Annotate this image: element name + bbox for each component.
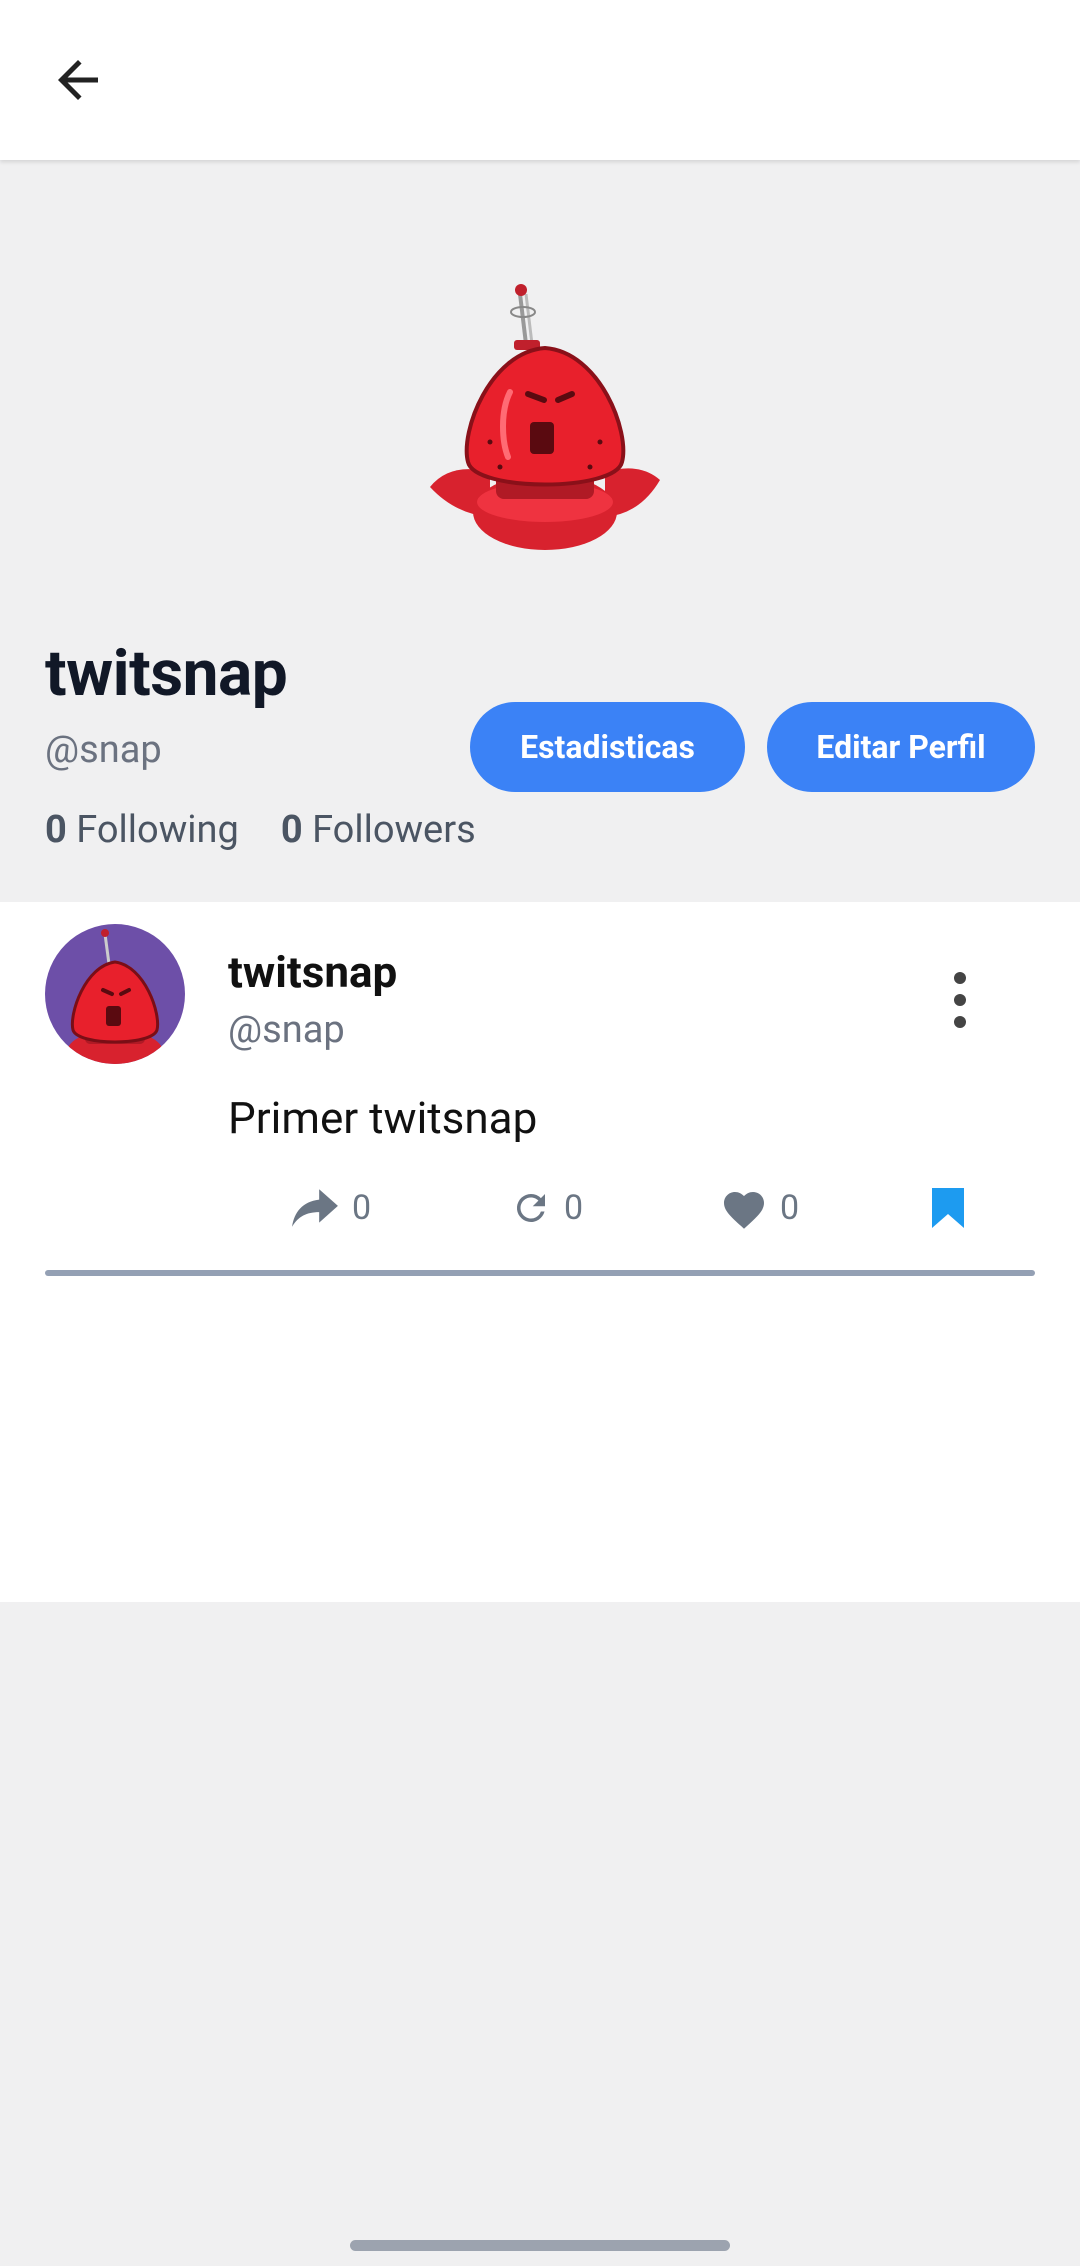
share-icon	[292, 1189, 338, 1227]
post-item[interactable]: twitsnap @snap Primer twitsnap 0 0 0	[0, 902, 1080, 1277]
app-bar	[0, 0, 1080, 160]
like-button[interactable]: 0	[720, 1180, 799, 1236]
bookmark-button[interactable]	[930, 1180, 966, 1236]
share-count: 0	[352, 1188, 372, 1228]
following-stat[interactable]: 0 Following	[45, 808, 239, 852]
arrow-left-icon	[58, 60, 98, 100]
followers-count: 0	[280, 808, 303, 852]
posts-feed: twitsnap @snap Primer twitsnap 0 0 0	[0, 902, 1080, 1602]
post-text: Primer twitsnap	[228, 1092, 538, 1144]
profile-header: twitsnap @snap 0 Following 0 Followers Es…	[0, 160, 1080, 902]
edit-profile-button[interactable]: Editar Perfil	[767, 702, 1035, 792]
robot-avatar-icon	[67, 929, 163, 1064]
post-actions: 0 0 0	[290, 1180, 990, 1236]
following-label: Following	[76, 808, 239, 852]
refresh-icon	[516, 1194, 545, 1222]
followers-label: Followers	[312, 808, 476, 852]
back-button[interactable]	[38, 40, 118, 120]
post-divider	[45, 1270, 1035, 1276]
post-options-button[interactable]	[940, 968, 980, 1032]
heart-icon	[724, 1192, 764, 1229]
share-button[interactable]: 0	[290, 1180, 371, 1236]
profile-username: @snap	[45, 728, 162, 772]
profile-picture[interactable]	[430, 282, 660, 552]
post-author-username: @snap	[228, 1008, 345, 1052]
bookmark-icon	[932, 1188, 964, 1228]
like-count: 0	[780, 1188, 800, 1228]
more-vertical-icon	[954, 972, 966, 1028]
stats-button[interactable]: Estadisticas	[470, 702, 745, 792]
profile-stats: 0 Following 0 Followers	[45, 808, 476, 852]
profile-display-name: twitsnap	[45, 636, 288, 711]
post-avatar[interactable]	[45, 924, 185, 1064]
followers-stat[interactable]: 0 Followers	[281, 808, 476, 852]
retweet-count: 0	[564, 1188, 584, 1228]
following-count: 0	[45, 808, 67, 852]
retweet-button[interactable]: 0	[510, 1180, 583, 1236]
home-indicator[interactable]	[350, 2240, 730, 2251]
post-author-name: twitsnap	[228, 946, 398, 998]
